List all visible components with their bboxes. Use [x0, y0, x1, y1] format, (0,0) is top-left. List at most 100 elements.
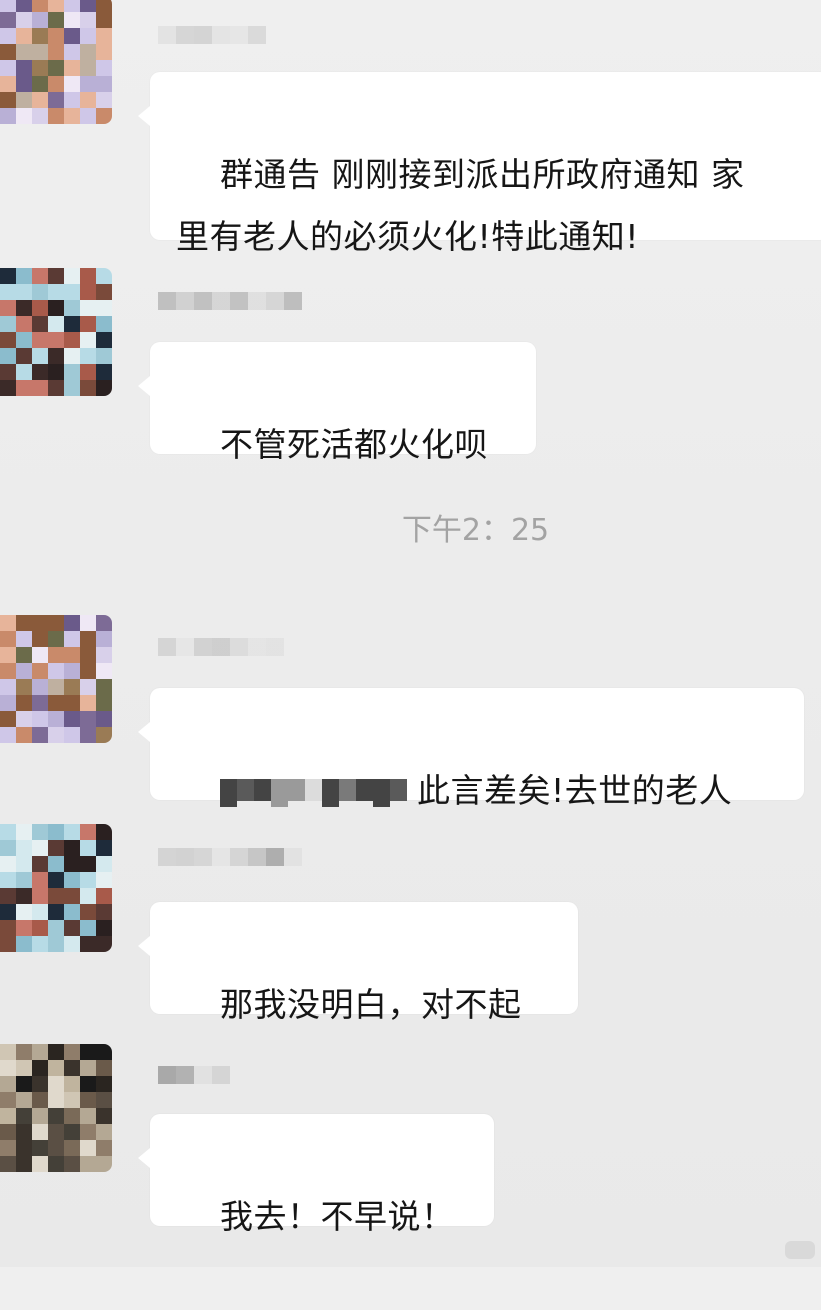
avatar-pixel [96, 92, 112, 108]
avatar-pixel [80, 631, 96, 647]
name-pixel [266, 848, 284, 866]
avatar-pixel [0, 936, 16, 952]
avatar[interactable] [0, 0, 112, 124]
avatar-pixel [96, 920, 112, 936]
avatar-pixel [80, 663, 96, 679]
avatar-pixel [0, 0, 16, 12]
avatar-pixel [64, 1076, 80, 1092]
message-bubble[interactable]: 此言差矣!去世的老人 [138, 688, 804, 810]
avatar-pixel [32, 904, 48, 920]
avatar-pixel [16, 711, 32, 727]
avatar-pixel [64, 12, 80, 28]
avatar-pixel [80, 695, 96, 711]
mention-pixel [304, 778, 322, 801]
avatar-pixel [48, 888, 64, 904]
avatar-pixel [16, 856, 32, 872]
avatar-pixel [32, 888, 48, 904]
avatar-pixel [96, 332, 112, 348]
avatar-pixel [0, 348, 16, 364]
avatar-pixel [64, 316, 80, 332]
avatar-pixel [96, 727, 112, 743]
avatar-pixel [48, 920, 64, 936]
avatar-pixel [16, 824, 32, 840]
avatar-pixel [96, 1156, 112, 1172]
avatar-pixel [48, 615, 64, 631]
avatar-pixel [96, 108, 112, 124]
avatar-pixel [64, 647, 80, 663]
avatar-pixel [32, 332, 48, 348]
avatar-pixel [32, 1092, 48, 1108]
avatar-pixel [80, 380, 96, 396]
avatar-pixel [64, 727, 80, 743]
name-pixel [212, 1066, 230, 1084]
avatar-pixel [32, 615, 48, 631]
avatar-pixel [48, 936, 64, 952]
avatar-pixel [80, 904, 96, 920]
avatar-pixel [48, 663, 64, 679]
mention-pixel [236, 778, 254, 801]
avatar-pixel [48, 332, 64, 348]
avatar-pixel [96, 824, 112, 840]
avatar-pixel [0, 76, 16, 92]
name-pixel [194, 1066, 212, 1084]
avatar-pixel [96, 316, 112, 332]
avatar-pixel [32, 695, 48, 711]
message-bubble[interactable]: 不管死活都火化呗 [138, 342, 536, 464]
avatar-pixel [32, 936, 48, 952]
message-bubble[interactable]: 那我没明白，对不起 [138, 902, 578, 1024]
name-pixel [230, 26, 248, 44]
sender-name-redacted [158, 1060, 230, 1090]
avatar-pixel [64, 872, 80, 888]
avatar-pixel [64, 1140, 80, 1156]
avatar-pixel [32, 647, 48, 663]
avatar-pixel [0, 1124, 16, 1140]
avatar-pixel [32, 108, 48, 124]
avatar[interactable] [0, 615, 112, 743]
avatar-pixel [0, 695, 16, 711]
avatar-pixel [32, 631, 48, 647]
avatar-pixel [64, 332, 80, 348]
avatar-pixel [80, 936, 96, 952]
message-bubble[interactable]: 我去！不早说！ [138, 1114, 494, 1236]
avatar-pixel [0, 647, 16, 663]
avatar-pixel [96, 348, 112, 364]
mention-pixel [321, 778, 339, 807]
avatar-pixel [96, 872, 112, 888]
avatar-pixel [80, 1108, 96, 1124]
avatar-pixel [80, 92, 96, 108]
avatar-pixel [80, 920, 96, 936]
name-pixel [158, 848, 176, 866]
avatar-pixel [96, 888, 112, 904]
avatar-pixel [64, 888, 80, 904]
message-bubble[interactable]: 群通告 刚刚接到派出所政府通知 家 里有老人的必须火化!特此通知! [138, 72, 821, 256]
avatar-pixel [16, 1060, 32, 1076]
avatar[interactable] [0, 1044, 112, 1172]
avatar-pixel [0, 840, 16, 856]
avatar-pixel [0, 1060, 16, 1076]
avatar-pixel [80, 76, 96, 92]
avatar-pixel [0, 268, 16, 284]
name-pixel [176, 292, 194, 310]
avatar-pixel [96, 711, 112, 727]
avatar-pixel [64, 1108, 80, 1124]
avatar-pixel [64, 1060, 80, 1076]
avatar-pixel [80, 888, 96, 904]
avatar-pixel [16, 840, 32, 856]
avatar[interactable] [0, 268, 112, 396]
avatar-pixel [48, 1108, 64, 1124]
avatar-pixel [0, 300, 16, 316]
avatar-pixel [0, 44, 16, 60]
avatar-pixel [48, 364, 64, 380]
avatar-pixel [16, 284, 32, 300]
avatar-pixel [64, 631, 80, 647]
avatar-pixel [96, 12, 112, 28]
avatar-pixel [48, 28, 64, 44]
avatar-pixel [32, 44, 48, 60]
avatar-pixel [80, 1092, 96, 1108]
message-text: 此言差矣!去世的老人 [416, 771, 733, 810]
avatar[interactable] [0, 824, 112, 952]
avatar-pixel [32, 1156, 48, 1172]
name-pixel [266, 292, 284, 310]
avatar-pixel [16, 904, 32, 920]
avatar-pixel [32, 284, 48, 300]
